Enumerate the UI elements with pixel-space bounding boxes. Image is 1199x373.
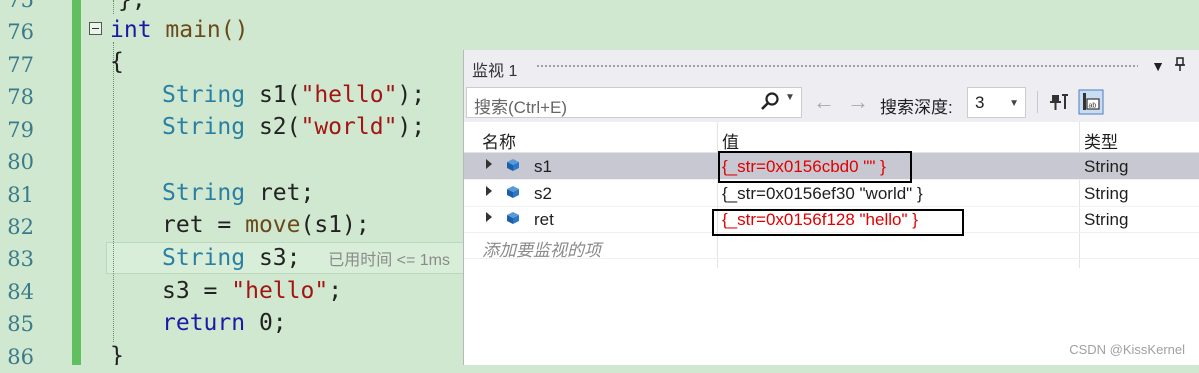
expand-arrow-icon[interactable]: [486, 159, 492, 169]
column-header-value[interactable]: 值: [722, 128, 739, 153]
variable-cube-icon: [507, 186, 519, 198]
chevron-down-icon: ▼: [1009, 98, 1019, 109]
column-header-name[interactable]: 名称: [482, 128, 516, 153]
code-line: String ret;: [162, 180, 315, 206]
search-options-dropdown-icon[interactable]: ▼: [785, 92, 795, 103]
title-grip: [536, 64, 1138, 69]
watch-row-name: s1: [534, 157, 552, 176]
code-line: int main(): [110, 17, 249, 43]
watch-row-name: s2: [534, 184, 552, 203]
elapsed-time-hint: 已用时间 <= 1ms: [328, 252, 450, 269]
search-icon[interactable]: [759, 91, 781, 113]
svg-text:ab: ab: [1089, 103, 1097, 110]
expand-arrow-icon[interactable]: [486, 212, 492, 222]
code-line: s3 = "hello";: [162, 278, 343, 304]
annotation-box-s1: [718, 151, 912, 183]
filter-pin-icon[interactable]: [1047, 89, 1073, 115]
pin-icon[interactable]: [1170, 56, 1190, 76]
search-field[interactable]: 搜索(Ctrl+E) ▼: [466, 87, 802, 118]
watch-title: 监视 1: [472, 63, 518, 80]
code-line: String s2("world");: [162, 114, 426, 140]
watch-row-s2[interactable]: s2 {_str=0x0156ef30 "world" } String: [464, 180, 1199, 206]
expand-arrow-icon[interactable]: [486, 186, 492, 196]
row-divider: [464, 258, 1199, 259]
search-depth-value: 3: [975, 93, 985, 112]
grid-header: 名称 值 类型: [464, 122, 1199, 153]
variable-cube-icon: [507, 159, 519, 171]
code-line: ret = move(s1);: [162, 212, 370, 238]
search-next-icon[interactable]: →: [846, 90, 870, 114]
variable-cube-icon: [507, 212, 519, 224]
watch-row-name: ret: [534, 210, 554, 229]
code-line: String s3; 已用时间 <= 1ms: [162, 245, 450, 271]
search-depth-label: 搜索深度:: [880, 98, 953, 117]
tab-view-icon[interactable]: ab: [1078, 89, 1104, 115]
window-menu-dropdown-icon[interactable]: ▼: [1148, 56, 1168, 76]
code-line: }: [110, 343, 124, 365]
code-line: return 0;: [162, 310, 287, 336]
toolbar-separator: [1037, 91, 1038, 113]
watch-window: 监视 1 ▼ 搜索(Ctrl+E) ▼ ← → 搜索深度: 3 ▼ ab 名称 …: [463, 50, 1199, 365]
watch-row-type: String: [1084, 210, 1129, 229]
search-depth-select[interactable]: 3 ▼: [967, 87, 1026, 118]
watch-toolbar: 搜索(Ctrl+E) ▼ ← → 搜索深度: 3 ▼ ab: [464, 82, 1199, 122]
column-header-type[interactable]: 类型: [1084, 128, 1118, 153]
search-placeholder: 搜索(Ctrl+E): [474, 98, 568, 117]
annotation-box-ret: [712, 209, 964, 236]
code-line: {: [110, 49, 124, 75]
watch-grid: 名称 值 类型 s1 {_str=0x0156cbd0 "" } String …: [464, 122, 1199, 365]
search-previous-icon[interactable]: ←: [812, 90, 836, 114]
watch-row-type: String: [1084, 184, 1129, 203]
code-line: String s1("hello");: [162, 82, 426, 108]
watermark: CSDN @KissKernel: [1069, 342, 1185, 357]
watch-row-type: String: [1084, 157, 1129, 176]
watch-row-value[interactable]: {_str=0x0156ef30 "world" }: [722, 184, 923, 204]
code-area[interactable]: }; int main() { String s1("hello"); Stri…: [0, 0, 462, 365]
watch-title-bar[interactable]: 监视 1 ▼: [464, 50, 1199, 82]
